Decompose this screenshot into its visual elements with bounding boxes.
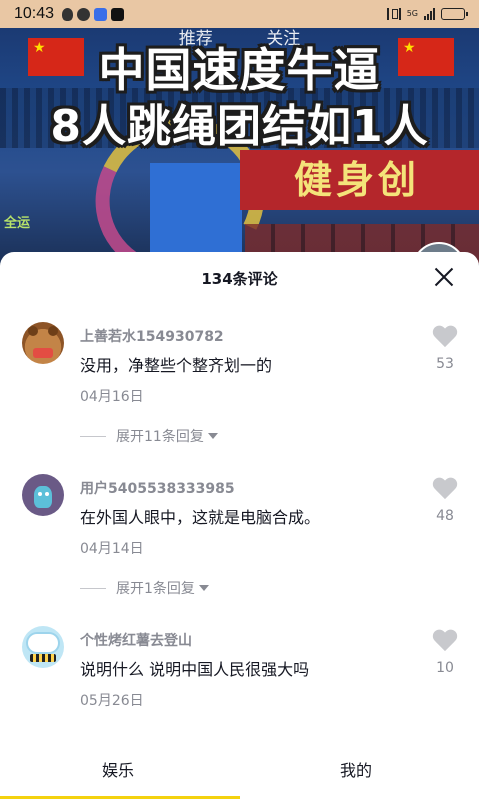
network-type-label: 5G <box>406 9 418 18</box>
comments-count-title: 134条评论 <box>201 270 278 288</box>
like-count: 10 <box>436 660 454 676</box>
chevron-down-icon <box>207 433 218 439</box>
tab-mine[interactable]: 我的 <box>340 757 372 781</box>
comment-username[interactable]: 用户5405538333985 <box>80 478 235 498</box>
expand-replies-label: 展开1条回复 <box>116 581 195 597</box>
chevron-down-icon <box>198 585 209 591</box>
circle-icon <box>77 7 91 21</box>
corner-logo-text: 全运 <box>4 216 31 231</box>
comment-date: 04月14日 <box>80 541 144 557</box>
video-player[interactable]: 健身创 全运 推荐 关注 中国速度牛逼 8人跳绳团结如1人 <box>0 28 479 268</box>
divider <box>80 435 106 437</box>
expand-replies-button[interactable]: 展开11条回复 <box>80 426 218 446</box>
stadium-banner: 健身创 <box>240 150 479 210</box>
like-button[interactable]: 53 <box>431 326 459 372</box>
vibrate-icon <box>386 8 401 20</box>
heart-icon <box>432 478 458 502</box>
expand-replies-button[interactable]: 展开1条回复 <box>80 578 209 598</box>
comment-date: 05月26日 <box>80 693 144 709</box>
shield-icon <box>62 7 74 21</box>
comment-text: 说明什么 说明中国人民很强大吗 <box>80 660 310 679</box>
comment-item[interactable]: 上善若水154930782 没用，净整些个整齐划一的 04月16日 展开11条回… <box>0 304 479 456</box>
tab-entertainment[interactable]: 娱乐 <box>102 757 134 781</box>
bottom-tab-bar: 娱乐 我的 <box>0 737 479 799</box>
like-count: 48 <box>436 508 454 524</box>
tiktok-icon <box>111 7 125 21</box>
video-caption-line2: 8人跳绳团结如1人 <box>50 101 429 152</box>
comment-item[interactable]: 用户5405538333985 在外国人眼中，这就是电脑合成。 04月14日 展… <box>0 456 479 608</box>
avatar[interactable] <box>22 474 64 516</box>
divider <box>80 587 106 589</box>
comments-sheet: 134条评论 上善若水154930782 没用，净整些个整齐划一的 04月16日… <box>0 252 479 799</box>
comment-date: 04月16日 <box>80 389 144 405</box>
status-right-icons: 5G <box>386 8 468 20</box>
expand-replies-label: 展开11条回复 <box>116 429 204 445</box>
comment-text: 没用，净整些个整齐划一的 <box>80 356 273 375</box>
heart-icon <box>432 630 458 654</box>
comment-text: 在外国人眼中，这就是电脑合成。 <box>80 508 321 527</box>
like-button[interactable]: 10 <box>431 630 459 676</box>
battery-icon <box>441 8 468 20</box>
avatar[interactable] <box>22 626 64 668</box>
signal-icon <box>424 8 435 20</box>
comment-username[interactable]: 个性烤红薯去登山 <box>80 630 192 650</box>
like-button[interactable]: 48 <box>431 478 459 524</box>
status-bar: 10:43 5G <box>0 0 479 28</box>
comments-header: 134条评论 <box>0 252 479 304</box>
comment-username[interactable]: 上善若水154930782 <box>80 326 224 346</box>
like-count: 53 <box>436 356 454 372</box>
app-icon <box>94 7 108 21</box>
status-left-icons <box>62 7 125 21</box>
close-icon[interactable] <box>433 266 455 288</box>
status-time: 10:43 <box>14 5 55 22</box>
heart-icon <box>432 326 458 350</box>
avatar[interactable] <box>22 322 64 364</box>
